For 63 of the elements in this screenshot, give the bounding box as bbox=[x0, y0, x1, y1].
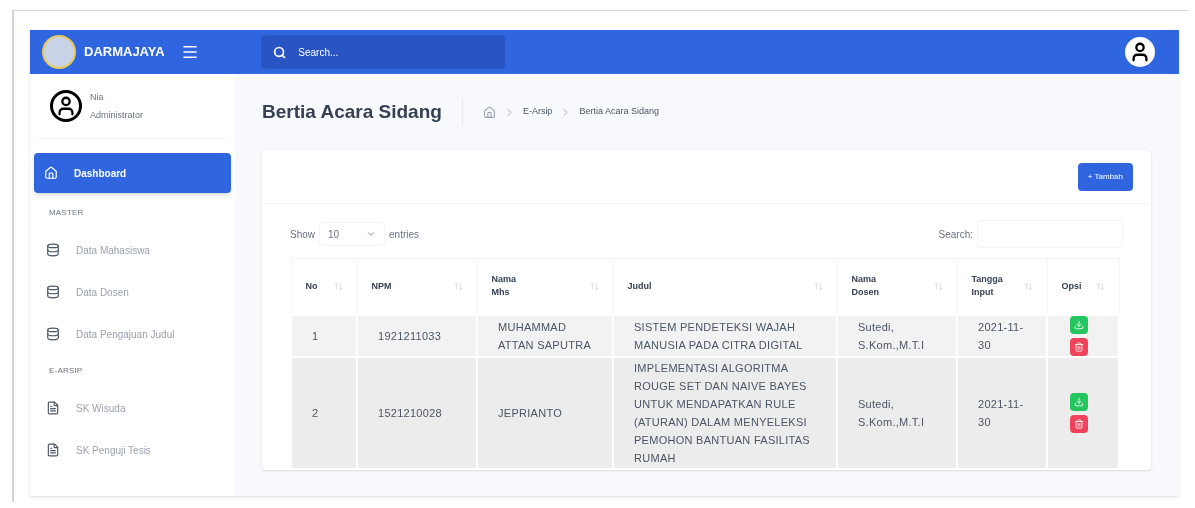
table-cell: 1921211033 bbox=[378, 329, 442, 342]
home-icon bbox=[44, 166, 58, 180]
page-title: Bertia Acara Sidang bbox=[262, 97, 463, 127]
logo-icon bbox=[42, 35, 76, 69]
database-icon bbox=[46, 327, 60, 341]
sort-icon bbox=[1023, 281, 1033, 291]
show-label: Show bbox=[290, 227, 315, 242]
download-button[interactable] bbox=[1070, 392, 1088, 411]
user-role: Administrator bbox=[90, 109, 143, 122]
entries-select[interactable]: 10 bbox=[319, 222, 385, 246]
search-field[interactable]: Search... bbox=[261, 35, 505, 69]
table-cell: JEPRIANTO bbox=[498, 406, 562, 419]
table-cell: 2021-11-30 bbox=[978, 320, 1024, 351]
table-cell: 2 bbox=[312, 406, 319, 419]
file-icon bbox=[46, 443, 60, 457]
sort-icon bbox=[1095, 281, 1105, 291]
user-name: Nia bbox=[90, 91, 105, 104]
search-icon bbox=[273, 44, 287, 60]
download-icon bbox=[1074, 319, 1084, 330]
search-label: Search: bbox=[938, 227, 973, 242]
download-button[interactable] bbox=[1070, 315, 1088, 334]
column-header[interactable]: No bbox=[291, 258, 357, 315]
download-icon bbox=[1074, 396, 1084, 407]
sort-icon bbox=[933, 281, 943, 291]
table-cell: 2021-11-30 bbox=[978, 397, 1024, 428]
menu-icon[interactable] bbox=[180, 43, 199, 61]
breadcrumb-item[interactable]: E-Arsip bbox=[522, 105, 553, 119]
home-icon[interactable] bbox=[482, 105, 496, 119]
column-header[interactable]: NPM bbox=[357, 258, 477, 315]
database-icon bbox=[46, 285, 60, 299]
table-cell: 1 bbox=[312, 329, 319, 342]
section-heading: MASTER bbox=[48, 207, 85, 219]
delete-button[interactable] bbox=[1070, 414, 1088, 433]
sort-icon bbox=[589, 281, 599, 291]
column-header[interactable]: Nama Dosen bbox=[837, 258, 957, 315]
sort-icon bbox=[453, 281, 463, 291]
entries-label: entries bbox=[389, 227, 420, 242]
table-cell: IMPLEMENTASI ALGORITMA ROUGE SET DAN NAIVE BAYES UNTUK MENDAPATKAN RULE (ATURAN) DALAM MENYELEKSI PEMOHON BANTUAN FASILITAS RUMAH bbox=[634, 361, 810, 464]
column-header[interactable]: Tangga Input bbox=[957, 258, 1047, 315]
file-icon bbox=[46, 401, 60, 415]
sort-icon bbox=[333, 281, 343, 291]
table-cell: 1521210028 bbox=[378, 406, 442, 419]
sort-icon bbox=[813, 281, 823, 291]
table-cell: Sutedi, S.Kom.,M.T.I bbox=[858, 397, 925, 428]
column-header[interactable]: Nama Mhs bbox=[477, 258, 613, 315]
breadcrumb-item: Bertia Acara Sidang bbox=[579, 105, 659, 119]
table-cell: SISTEM PENDETEKSI WAJAH MANUSIA PADA CITRA DIGITAL bbox=[634, 320, 803, 351]
trash-icon bbox=[1074, 418, 1084, 429]
caret-icon bbox=[366, 229, 376, 239]
section-heading: E-ARSIP bbox=[48, 365, 84, 377]
column-header[interactable]: Opsi bbox=[1047, 258, 1119, 315]
brand-name: DARMAJAYA bbox=[84, 43, 165, 62]
search-field[interactable]: Search... bbox=[298, 44, 493, 60]
trash-icon bbox=[1074, 341, 1084, 352]
sidebar-item[interactable]: Dashboard bbox=[34, 153, 231, 193]
add-button[interactable]: + Tambah bbox=[1077, 162, 1133, 191]
avatar-icon[interactable] bbox=[1125, 37, 1155, 67]
table-cell: MUHAMMAD ATTAN SAPUTRA bbox=[498, 320, 591, 351]
table-cell: Sutedi, S.Kom.,M.T.I bbox=[858, 320, 925, 351]
database-icon bbox=[46, 243, 60, 257]
avatar-icon bbox=[50, 90, 82, 122]
column-header[interactable]: Judul bbox=[613, 258, 837, 315]
delete-button[interactable] bbox=[1070, 337, 1088, 356]
